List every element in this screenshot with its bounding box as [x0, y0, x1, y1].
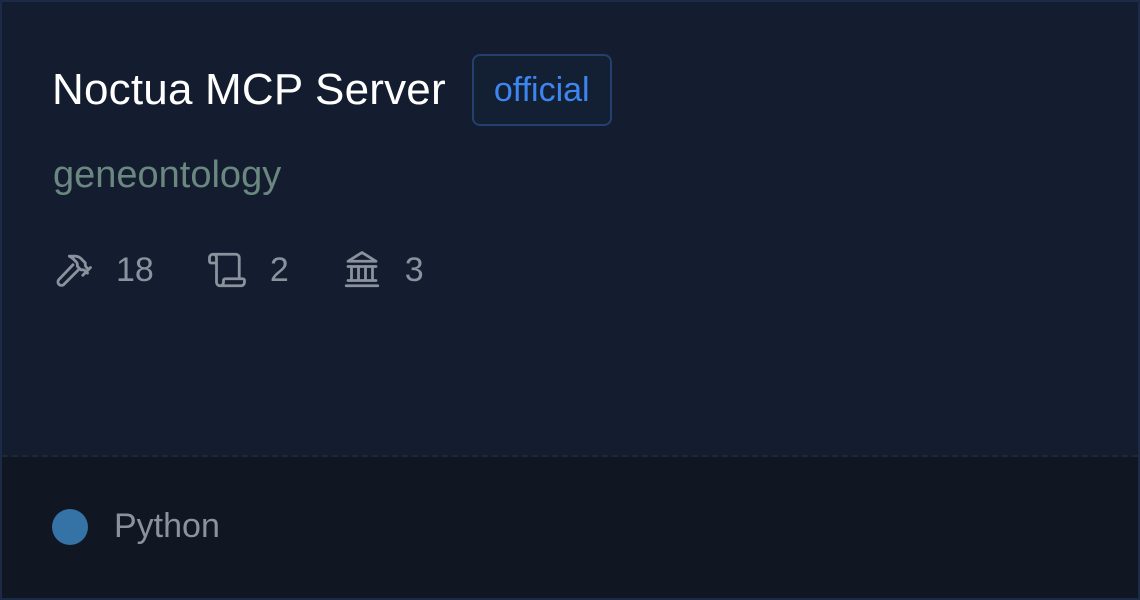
official-badge: official: [471, 54, 612, 126]
resources-stat: 3: [341, 249, 424, 291]
prompts-stat: 2: [206, 249, 289, 291]
tools-stat: 18: [52, 249, 154, 291]
language-color-dot: [52, 508, 88, 545]
prompts-count: 2: [269, 250, 289, 289]
bank-icon: [344, 251, 379, 288]
title-row: Noctua MCP Server official: [52, 52, 612, 128]
scroll-icon: [207, 252, 246, 288]
server-title[interactable]: Noctua MCP Server: [52, 65, 446, 115]
card-footer: Python: [2, 457, 1138, 598]
card-body: Noctua MCP Server official geneontology …: [2, 2, 1138, 454]
owner-name[interactable]: geneontology: [53, 154, 281, 197]
resources-count: 3: [404, 250, 424, 289]
language-label: Python: [114, 507, 220, 545]
server-card[interactable]: Noctua MCP Server official geneontology …: [0, 0, 1140, 600]
hammer-icon: [56, 254, 92, 287]
language-indicator: Python: [52, 507, 220, 546]
stats-row: 18 2 3: [52, 248, 476, 292]
tools-count: 18: [116, 250, 154, 289]
